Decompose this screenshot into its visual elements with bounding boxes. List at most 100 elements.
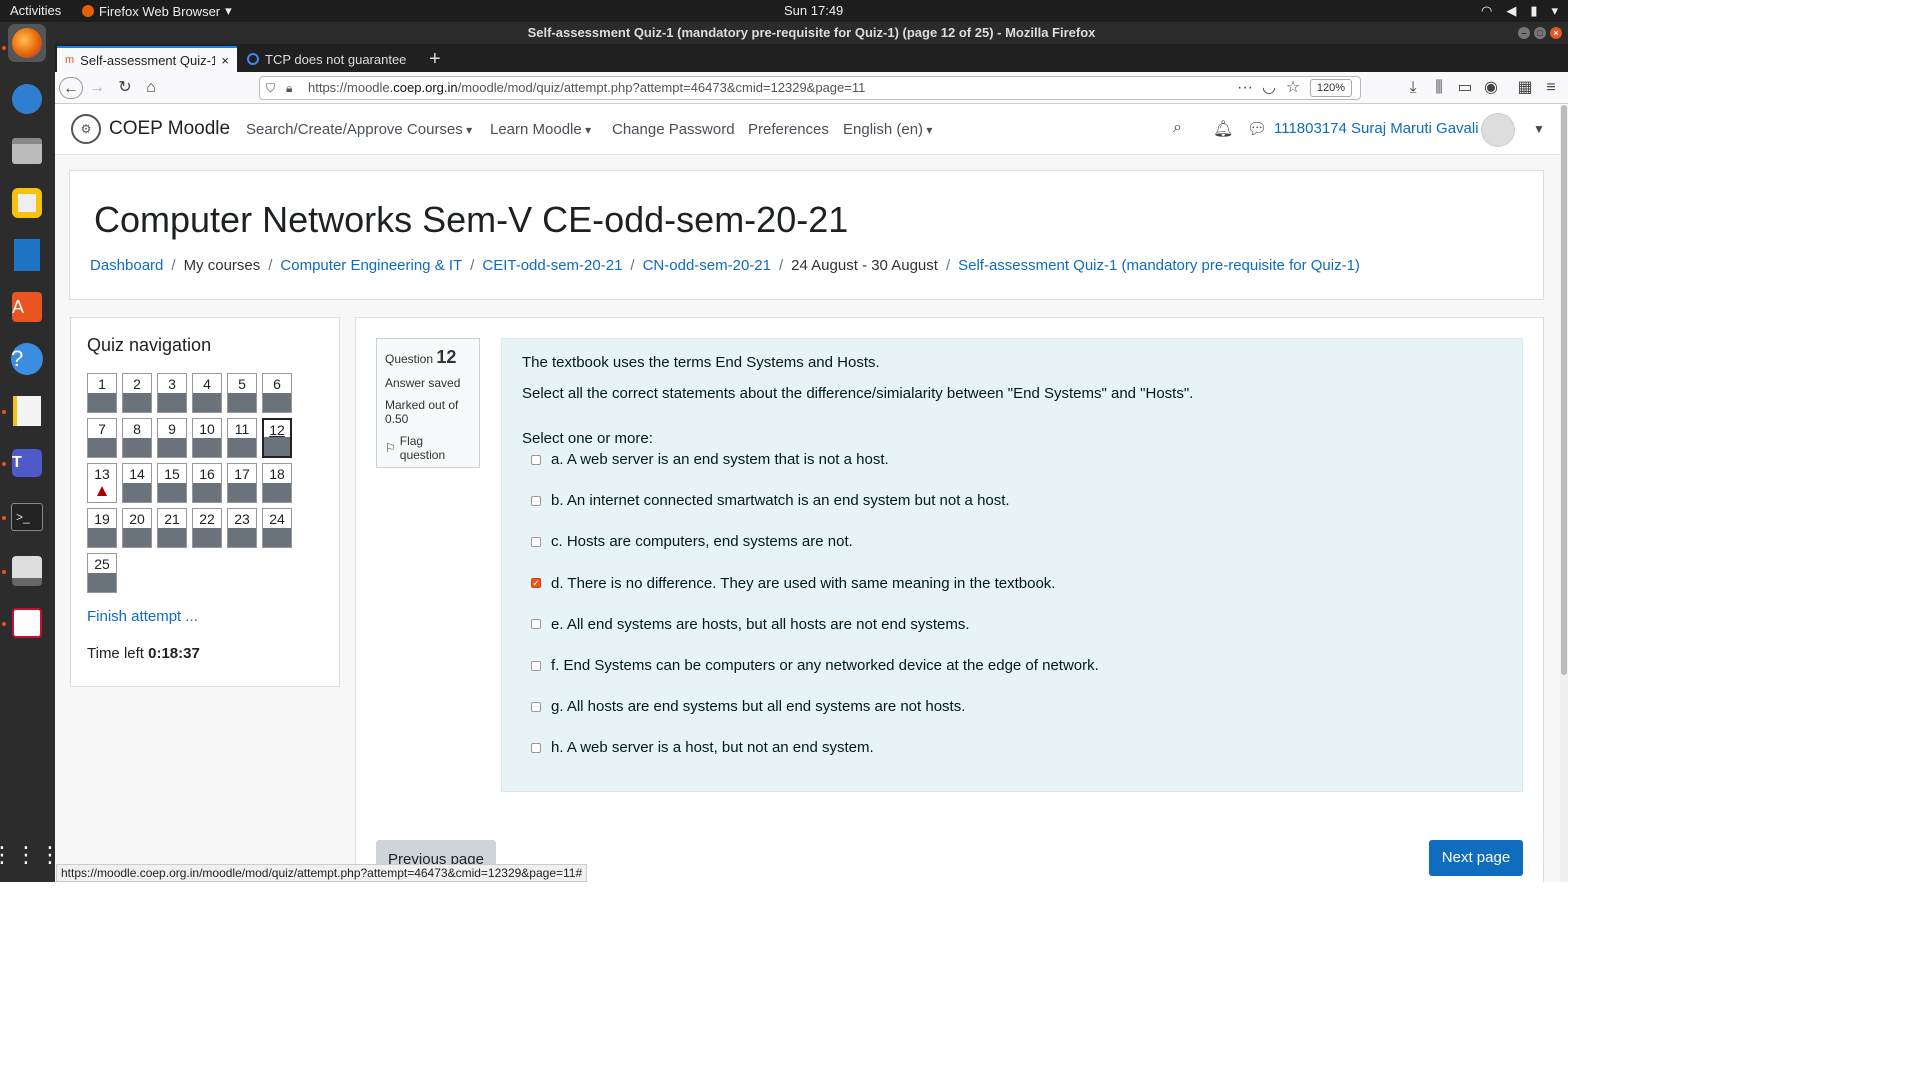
quiz-nav-button-24[interactable]: 24: [262, 508, 292, 548]
pocket-icon[interactable]: ◡: [1257, 77, 1281, 99]
hamburger-menu-icon[interactable]: ≡: [1539, 77, 1563, 99]
quiz-nav-button-20[interactable]: 20: [122, 508, 152, 548]
help-icon[interactable]: ?: [8, 340, 46, 378]
quiz-nav-button-2[interactable]: 2: [122, 373, 152, 413]
url-bar[interactable]: ⛉ 🔒︎ https://moodle.coep.org.in/moodle/m…: [259, 76, 1361, 100]
rhythmbox-icon[interactable]: [8, 184, 46, 222]
answer-option-h[interactable]: h. A web server is a host, but not an en…: [531, 739, 874, 756]
answer-checkbox[interactable]: [531, 742, 541, 753]
tab-quiz[interactable]: m Self-assessment Quiz-1 ( ×: [57, 46, 237, 72]
minimize-button[interactable]: –: [1518, 27, 1530, 39]
back-button[interactable]: ←: [59, 77, 83, 99]
quiz-nav-button-19[interactable]: 19: [87, 508, 117, 548]
breadcrumb-cn[interactable]: CN-odd-sem-20-21: [643, 257, 771, 274]
app-menu[interactable]: Firefox Web Browser ▾: [82, 3, 232, 19]
quiz-nav-button-25[interactable]: 25: [87, 553, 117, 593]
menu-search-courses[interactable]: Search/Create/Approve Courses: [246, 121, 472, 138]
quiz-nav-button-22[interactable]: 22: [192, 508, 222, 548]
site-brand[interactable]: ⚙ COEP Moodle: [71, 114, 230, 144]
quiz-nav-button-23[interactable]: 23: [227, 508, 257, 548]
quiz-nav-button-1[interactable]: 1: [87, 373, 117, 413]
chevron-down-icon[interactable]: ▼: [1533, 122, 1545, 136]
zoom-indicator[interactable]: 120%: [1309, 79, 1352, 97]
terminal-icon[interactable]: >_: [8, 498, 46, 536]
extensions-icon[interactable]: ▦: [1513, 77, 1537, 99]
answer-option-b[interactable]: b. An internet connected smartwatch is a…: [531, 492, 1010, 509]
user-name[interactable]: 111803174 Suraj Maruti Gavali: [1274, 120, 1479, 137]
downloads-icon[interactable]: ⤓: [1401, 77, 1425, 99]
page-scrollbar[interactable]: [1560, 105, 1568, 882]
answer-option-e[interactable]: e. All end systems are hosts, but all ho…: [531, 616, 970, 633]
tab-google[interactable]: TCP does not guarantee: [239, 46, 419, 72]
text-editor-icon[interactable]: [8, 392, 46, 430]
breadcrumb-ceit[interactable]: CEIT-odd-sem-20-21: [482, 257, 622, 274]
quiz-nav-button-6[interactable]: 6: [262, 373, 292, 413]
answer-option-d[interactable]: ✓ d. There is no difference. They are use…: [531, 575, 1055, 592]
quiz-nav-button-16[interactable]: 16: [192, 463, 222, 503]
breadcrumb-dashboard[interactable]: Dashboard: [90, 257, 163, 274]
menu-preferences[interactable]: Preferences: [748, 121, 829, 138]
answer-option-c[interactable]: c. Hosts are computers, end systems are …: [531, 533, 853, 550]
install-icon[interactable]: [8, 552, 46, 590]
answer-checkbox[interactable]: [531, 701, 541, 712]
answer-checkbox[interactable]: [531, 619, 541, 630]
quiz-nav-button-4[interactable]: 4: [192, 373, 222, 413]
firefox-icon[interactable]: [8, 24, 46, 62]
close-tab-icon[interactable]: ×: [221, 53, 229, 68]
quiz-nav-button-8[interactable]: 8: [122, 418, 152, 458]
quiz-nav-button-11[interactable]: 11: [227, 418, 257, 458]
clock[interactable]: Sun 17:49: [784, 3, 843, 18]
answer-checkbox[interactable]: [531, 454, 541, 465]
thunderbird-icon[interactable]: [8, 80, 46, 118]
quiz-nav-button-15[interactable]: 15: [157, 463, 187, 503]
quiz-nav-button-10[interactable]: 10: [192, 418, 222, 458]
activities-button[interactable]: Activities: [10, 3, 61, 18]
quiz-nav-button-5[interactable]: 5: [227, 373, 257, 413]
quiz-nav-button-21[interactable]: 21: [157, 508, 187, 548]
library-icon[interactable]: ⫼: [1427, 77, 1451, 99]
writer-icon[interactable]: [8, 236, 46, 274]
answer-option-f[interactable]: f. End Systems can be computers or any n…: [531, 657, 1099, 674]
answer-checkbox[interactable]: [531, 536, 541, 547]
home-button[interactable]: ⌂: [139, 77, 163, 99]
new-tab-button[interactable]: +: [421, 46, 449, 72]
forward-button[interactable]: →: [85, 77, 109, 99]
answer-checkbox[interactable]: ✓: [531, 578, 541, 589]
quiz-nav-button-3[interactable]: 3: [157, 373, 187, 413]
more-icon[interactable]: ···: [1233, 77, 1257, 99]
search-icon[interactable]: ⌕: [1173, 119, 1182, 137]
answer-checkbox[interactable]: [531, 660, 541, 671]
quiz-nav-button-7[interactable]: 7: [87, 418, 117, 458]
answer-checkbox[interactable]: [531, 495, 541, 506]
quiz-nav-button-14[interactable]: 14: [122, 463, 152, 503]
quiz-nav-button-9[interactable]: 9: [157, 418, 187, 458]
reload-button[interactable]: ↻: [113, 77, 137, 99]
files-icon[interactable]: [8, 132, 46, 170]
quiz-nav-button-18[interactable]: 18: [262, 463, 292, 503]
breadcrumb-computer-engineering[interactable]: Computer Engineering & IT: [280, 257, 462, 274]
document-viewer-icon[interactable]: [8, 604, 46, 642]
account-icon[interactable]: ◉: [1479, 77, 1503, 99]
notification-bell-icon[interactable]: 🔔︎: [1213, 119, 1233, 139]
quiz-nav-button-12[interactable]: 12: [262, 418, 292, 458]
next-page-button[interactable]: Next page: [1429, 840, 1523, 876]
menu-language[interactable]: English (en): [843, 121, 932, 138]
messages-icon[interactable]: 💬︎: [1247, 119, 1267, 139]
software-icon[interactable]: A: [8, 288, 46, 326]
teams-icon[interactable]: T: [8, 444, 46, 482]
breadcrumb-quiz[interactable]: Self-assessment Quiz-1 (mandatory pre-re…: [958, 257, 1360, 274]
menu-learn-moodle[interactable]: Learn Moodle: [490, 121, 591, 138]
answer-option-g[interactable]: g. All hosts are end systems but all end…: [531, 698, 965, 715]
flag-question-button[interactable]: ⚐ Flag question: [385, 434, 471, 462]
show-apps-icon[interactable]: ⋮⋮⋮: [0, 836, 61, 874]
close-button[interactable]: ×: [1550, 27, 1562, 39]
quiz-nav-button-13[interactable]: 13: [87, 463, 117, 503]
system-tray[interactable]: ◠ ◀ ▮ ▾: [1481, 3, 1558, 19]
quiz-nav-button-17[interactable]: 17: [227, 463, 257, 503]
maximize-button[interactable]: □: [1534, 27, 1546, 39]
menu-change-password[interactable]: Change Password: [612, 121, 735, 138]
avatar[interactable]: [1481, 113, 1515, 147]
answer-option-a[interactable]: a. A web server is an end system that is…: [531, 451, 889, 468]
sidebar-icon[interactable]: ▭: [1453, 77, 1477, 99]
scrollbar-thumb[interactable]: [1561, 105, 1567, 675]
